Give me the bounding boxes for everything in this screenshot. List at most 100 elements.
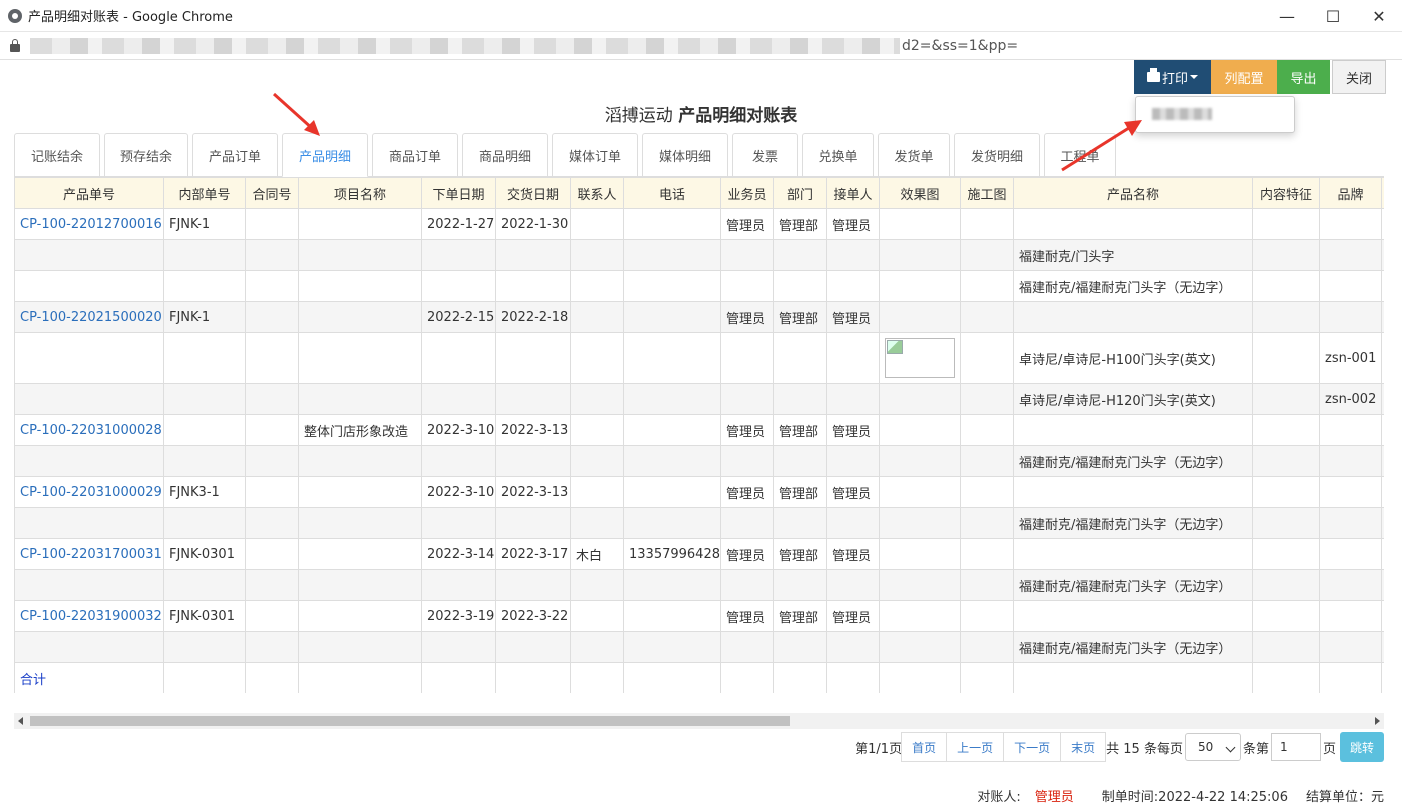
close-window-button[interactable]: ✕ [1356, 0, 1402, 32]
table-cell: 管理员 [826, 538, 880, 570]
column-header[interactable]: 下单日期 [421, 177, 496, 209]
horizontal-scrollbar[interactable] [14, 713, 1384, 729]
column-header[interactable]: 产品单号 [14, 177, 164, 209]
page-number-input[interactable]: 1 [1270, 733, 1321, 761]
table-cell [245, 538, 299, 570]
column-header[interactable]: 联系人 [570, 177, 624, 209]
minimize-button[interactable]: — [1264, 0, 1310, 32]
column-header[interactable]: 产品名称 [1013, 177, 1253, 209]
table-cell: 管理部 [773, 538, 827, 570]
first-page-button[interactable]: 首页 [901, 732, 948, 762]
page-title: 滔搏运动 产品明细对账表 [0, 101, 1402, 126]
table-cell [14, 332, 164, 384]
table-cell [1319, 301, 1382, 333]
table-cell: zsn-001 [1319, 332, 1382, 384]
table-cell: 管理员 [826, 414, 880, 446]
table-cell [773, 631, 827, 663]
column-config-button[interactable]: 列配置 [1211, 60, 1277, 94]
detail-table-container[interactable]: 产品单号 内部单号 合同号 项目名称 下单日期 交货日期 联系人 电话 业务员 部门 接单人 效果图施… [14, 177, 1384, 693]
table-cell[interactable]: CP-100-22021500020 [14, 301, 164, 333]
column-header[interactable]: 部门 [773, 177, 827, 209]
table-cell [879, 631, 961, 663]
table-cell [245, 600, 299, 632]
tab-2[interactable]: 产品订单 [192, 133, 278, 177]
table-cell [623, 239, 721, 271]
tab-10[interactable]: 发货单 [878, 133, 950, 177]
table-cell [720, 270, 774, 302]
tab-7[interactable]: 媒体明细 [642, 133, 728, 177]
tab-5[interactable]: 商品明细 [462, 133, 548, 177]
jump-button[interactable]: 跳转 [1339, 732, 1384, 762]
tab-8[interactable]: 发票 [732, 133, 798, 177]
pagination: 第1/1页 首页 上一页 下一页 末页 共 15 条每页 50 条第 1 页 跳… [855, 732, 1384, 762]
table-cell [773, 662, 827, 693]
tab-4[interactable]: 商品订单 [372, 133, 458, 177]
table-cell: 福建耐克/福建耐克门头字（无边字） [1013, 569, 1253, 601]
table-cell [879, 569, 961, 601]
last-page-button[interactable]: 末页 [1060, 732, 1107, 762]
table-cell: 2022-2-15 [421, 301, 496, 333]
column-header[interactable]: 合同号 [245, 177, 299, 209]
table-cell: 管理员 [826, 600, 880, 632]
table-cell[interactable]: CP-100-22031700031 [14, 538, 164, 570]
table-cell [960, 507, 1014, 539]
table-row: CP-100-22031000028 整体门店形象改造 2022-3-10 2022-… [14, 414, 1384, 446]
scroll-left-icon[interactable] [18, 717, 23, 725]
table-cell[interactable]: CP-100-22031000029 [14, 476, 164, 508]
table-header-row: 产品单号 内部单号 合同号 项目名称 下单日期 交货日期 联系人 电话 业务员 部门 接单人 效果图施… [14, 177, 1384, 209]
table-cell[interactable]: 合计 [14, 662, 164, 693]
column-header[interactable]: 接单人 [826, 177, 880, 209]
table-cell [960, 445, 1014, 477]
table-cell[interactable]: CP-100-22031000028 [14, 414, 164, 446]
table-cell[interactable]: CP-100-22012700016 [14, 208, 164, 240]
table-cell [1319, 631, 1382, 663]
table-cell [826, 445, 880, 477]
next-page-button[interactable]: 下一页 [1003, 732, 1062, 762]
print-button[interactable]: 打印 [1134, 60, 1211, 94]
table-cell [570, 383, 624, 415]
table-cell: 2022-3-14 [421, 538, 496, 570]
table-cell [1381, 600, 1384, 632]
table-cell: 2022-3-10 [421, 414, 496, 446]
address-bar[interactable]: d2=&ss=1&pp= [0, 32, 1402, 60]
table-cell [826, 332, 880, 384]
column-header[interactable]: 交货日期 [495, 177, 571, 209]
table-cell [245, 332, 299, 384]
tab-1[interactable]: 预存结余 [104, 133, 188, 177]
tab-0[interactable]: 记账结余 [14, 133, 100, 177]
table-cell [879, 507, 961, 539]
scroll-right-icon[interactable] [1375, 717, 1380, 725]
column-header[interactable]: 电话 [623, 177, 721, 209]
tab-11[interactable]: 发货明细 [954, 133, 1040, 177]
table-cell [495, 383, 571, 415]
table-cell [1252, 239, 1320, 271]
total-count: 共 15 条每页 [1106, 741, 1183, 757]
prev-page-button[interactable]: 上一页 [946, 732, 1005, 762]
column-header[interactable]: 施工图 [960, 177, 1014, 209]
tab-6[interactable]: 媒体订单 [552, 133, 638, 177]
per-page-select[interactable]: 50 [1184, 733, 1241, 761]
table-cell [163, 445, 246, 477]
column-header[interactable]: 品牌 [1319, 177, 1382, 209]
table-cell [421, 569, 496, 601]
column-header[interactable]: 内部单号 [163, 177, 246, 209]
table-cell: 管理员 [720, 301, 774, 333]
scrollbar-thumb[interactable] [30, 716, 790, 726]
maximize-button[interactable]: ☐ [1310, 0, 1356, 32]
column-header[interactable]: 业务员 [720, 177, 774, 209]
column-header[interactable]: 内容特征 [1252, 177, 1320, 209]
table-row: 合计 [14, 662, 1384, 693]
effect-image-placeholder[interactable] [885, 338, 955, 378]
url-tail: d2=&ss=1&pp= [902, 37, 1019, 54]
table-cell [773, 445, 827, 477]
export-button[interactable]: 导出 [1277, 60, 1330, 94]
table-cell [1381, 631, 1384, 663]
column-header[interactable]: 项目名称 [298, 177, 422, 209]
table-cell [826, 383, 880, 415]
column-header[interactable]: 效果图 [879, 177, 961, 209]
table-cell[interactable]: CP-100-22031900032 [14, 600, 164, 632]
tab-9[interactable]: 兑换单 [802, 133, 874, 177]
table-cell [879, 332, 961, 384]
table-cell [421, 507, 496, 539]
close-button[interactable]: 关闭 [1332, 60, 1386, 94]
